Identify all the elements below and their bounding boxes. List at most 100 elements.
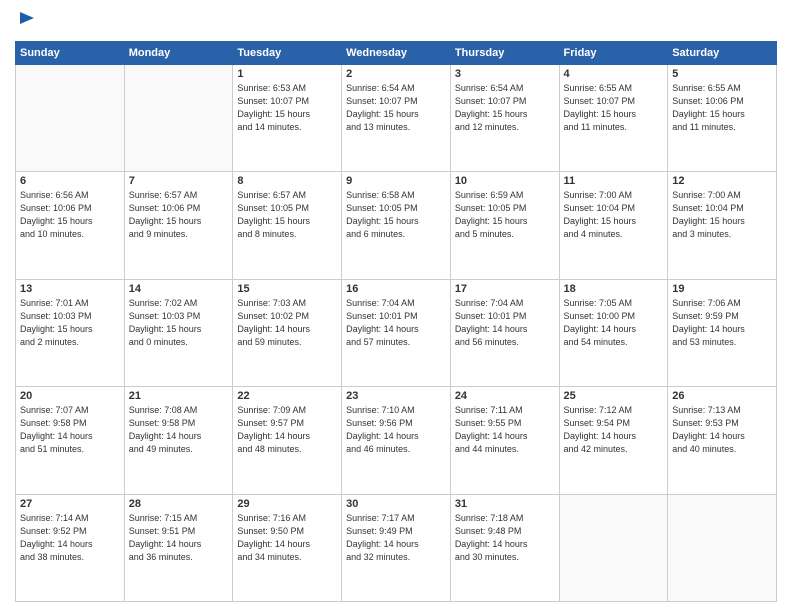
logo-flag-icon: [17, 10, 37, 30]
day-number: 23: [346, 390, 446, 402]
day-info: Sunrise: 6:55 AM Sunset: 10:06 PM Daylig…: [672, 82, 772, 134]
day-info: Sunrise: 7:08 AM Sunset: 9:58 PM Dayligh…: [129, 404, 229, 456]
day-number: 1: [237, 68, 337, 80]
day-info: Sunrise: 6:57 AM Sunset: 10:05 PM Daylig…: [237, 189, 337, 241]
day-number: 21: [129, 390, 229, 402]
calendar-day-cell: 4 Sunrise: 6:55 AM Sunset: 10:07 PM Dayli…: [559, 64, 668, 171]
day-number: 7: [129, 175, 229, 187]
weekday-header-wednesday: Wednesday: [342, 41, 451, 64]
logo: [15, 10, 37, 35]
day-number: 25: [564, 390, 664, 402]
calendar-day-cell: 23 Sunrise: 7:10 AM Sunset: 9:56 PM Dayli…: [342, 387, 451, 494]
day-info: Sunrise: 7:01 AM Sunset: 10:03 PM Daylig…: [20, 297, 120, 349]
day-number: 3: [455, 68, 555, 80]
day-number: 22: [237, 390, 337, 402]
calendar-day-cell: 2 Sunrise: 6:54 AM Sunset: 10:07 PM Dayli…: [342, 64, 451, 171]
calendar-day-cell: 31 Sunrise: 7:18 AM Sunset: 9:48 PM Dayli…: [450, 494, 559, 601]
day-info: Sunrise: 7:15 AM Sunset: 9:51 PM Dayligh…: [129, 512, 229, 564]
calendar-day-cell: 22Sunrise: 7:09 AM Sunset: 9:57 PM Dayli…: [233, 387, 342, 494]
calendar-day-cell: 20 Sunrise: 7:07 AM Sunset: 9:58 PM Dayli…: [16, 387, 125, 494]
calendar-day-cell: 7Sunrise: 6:57 AM Sunset: 10:06 PM Dayli…: [124, 172, 233, 279]
weekday-header-row: SundayMondayTuesdayWednesdayThursdayFrid…: [16, 41, 777, 64]
calendar-day-cell: [16, 64, 125, 171]
day-info: Sunrise: 7:03 AM Sunset: 10:02 PM Daylig…: [237, 297, 337, 349]
calendar-day-cell: 25 Sunrise: 7:12 AM Sunset: 9:54 PM Dayli…: [559, 387, 668, 494]
day-info: Sunrise: 6:58 AM Sunset: 10:05 PM Daylig…: [346, 189, 446, 241]
calendar-day-cell: 11 Sunrise: 7:00 AM Sunset: 10:04 PM Dayl…: [559, 172, 668, 279]
calendar-week-row: 27 Sunrise: 7:14 AM Sunset: 9:52 PM Dayli…: [16, 494, 777, 601]
day-info: Sunrise: 7:07 AM Sunset: 9:58 PM Dayligh…: [20, 404, 120, 456]
day-number: 14: [129, 283, 229, 295]
calendar-table: SundayMondayTuesdayWednesdayThursdayFrid…: [15, 41, 777, 602]
day-info: Sunrise: 7:11 AM Sunset: 9:55 PM Dayligh…: [455, 404, 555, 456]
calendar-day-cell: 19 Sunrise: 7:06 AM Sunset: 9:59 PM Dayli…: [668, 279, 777, 386]
day-number: 9: [346, 175, 446, 187]
page: SundayMondayTuesdayWednesdayThursdayFrid…: [0, 0, 792, 612]
day-number: 2: [346, 68, 446, 80]
day-info: Sunrise: 7:17 AM Sunset: 9:49 PM Dayligh…: [346, 512, 446, 564]
day-info: Sunrise: 7:12 AM Sunset: 9:54 PM Dayligh…: [564, 404, 664, 456]
day-info: Sunrise: 7:16 AM Sunset: 9:50 PM Dayligh…: [237, 512, 337, 564]
calendar-day-cell: [559, 494, 668, 601]
calendar-day-cell: 6 Sunrise: 6:56 AM Sunset: 10:06 PM Dayli…: [16, 172, 125, 279]
day-info: Sunrise: 6:54 AM Sunset: 10:07 PM Daylig…: [346, 82, 446, 134]
weekday-header-saturday: Saturday: [668, 41, 777, 64]
day-info: Sunrise: 7:14 AM Sunset: 9:52 PM Dayligh…: [20, 512, 120, 564]
day-info: Sunrise: 7:02 AM Sunset: 10:03 PM Daylig…: [129, 297, 229, 349]
day-number: 6: [20, 175, 120, 187]
day-info: Sunrise: 7:00 AM Sunset: 10:04 PM Daylig…: [672, 189, 772, 241]
day-number: 4: [564, 68, 664, 80]
day-info: Sunrise: 7:04 AM Sunset: 10:01 PM Daylig…: [455, 297, 555, 349]
calendar-day-cell: 17 Sunrise: 7:04 AM Sunset: 10:01 PM Dayl…: [450, 279, 559, 386]
calendar-day-cell: 13 Sunrise: 7:01 AM Sunset: 10:03 PM Dayl…: [16, 279, 125, 386]
day-number: 27: [20, 498, 120, 510]
day-info: Sunrise: 7:13 AM Sunset: 9:53 PM Dayligh…: [672, 404, 772, 456]
day-number: 20: [20, 390, 120, 402]
day-info: Sunrise: 6:56 AM Sunset: 10:06 PM Daylig…: [20, 189, 120, 241]
calendar-day-cell: 27 Sunrise: 7:14 AM Sunset: 9:52 PM Dayli…: [16, 494, 125, 601]
day-info: Sunrise: 7:05 AM Sunset: 10:00 PM Daylig…: [564, 297, 664, 349]
calendar-day-cell: 26 Sunrise: 7:13 AM Sunset: 9:53 PM Dayli…: [668, 387, 777, 494]
day-info: Sunrise: 6:55 AM Sunset: 10:07 PM Daylig…: [564, 82, 664, 134]
calendar-day-cell: [668, 494, 777, 601]
weekday-header-monday: Monday: [124, 41, 233, 64]
header: [15, 10, 777, 35]
day-number: 8: [237, 175, 337, 187]
day-info: Sunrise: 6:53 AM Sunset: 10:07 PM Daylig…: [237, 82, 337, 134]
calendar-day-cell: 15 Sunrise: 7:03 AM Sunset: 10:02 PM Dayl…: [233, 279, 342, 386]
day-number: 26: [672, 390, 772, 402]
day-number: 18: [564, 283, 664, 295]
day-number: 16: [346, 283, 446, 295]
calendar-day-cell: 8 Sunrise: 6:57 AM Sunset: 10:05 PM Dayli…: [233, 172, 342, 279]
weekday-header-sunday: Sunday: [16, 41, 125, 64]
day-number: 5: [672, 68, 772, 80]
day-info: Sunrise: 7:00 AM Sunset: 10:04 PM Daylig…: [564, 189, 664, 241]
calendar-day-cell: 18 Sunrise: 7:05 AM Sunset: 10:00 PM Dayl…: [559, 279, 668, 386]
calendar-day-cell: 10Sunrise: 6:59 AM Sunset: 10:05 PM Dayl…: [450, 172, 559, 279]
calendar-day-cell: 24 Sunrise: 7:11 AM Sunset: 9:55 PM Dayli…: [450, 387, 559, 494]
day-number: 11: [564, 175, 664, 187]
calendar-day-cell: 5 Sunrise: 6:55 AM Sunset: 10:06 PM Dayli…: [668, 64, 777, 171]
day-number: 31: [455, 498, 555, 510]
calendar-week-row: 20 Sunrise: 7:07 AM Sunset: 9:58 PM Dayli…: [16, 387, 777, 494]
calendar-day-cell: 3 Sunrise: 6:54 AM Sunset: 10:07 PM Dayli…: [450, 64, 559, 171]
day-number: 30: [346, 498, 446, 510]
calendar-week-row: 1 Sunrise: 6:53 AM Sunset: 10:07 PM Dayli…: [16, 64, 777, 171]
day-number: 13: [20, 283, 120, 295]
calendar-week-row: 13 Sunrise: 7:01 AM Sunset: 10:03 PM Dayl…: [16, 279, 777, 386]
day-info: Sunrise: 7:18 AM Sunset: 9:48 PM Dayligh…: [455, 512, 555, 564]
day-info: Sunrise: 7:06 AM Sunset: 9:59 PM Dayligh…: [672, 297, 772, 349]
weekday-header-friday: Friday: [559, 41, 668, 64]
day-number: 19: [672, 283, 772, 295]
day-info: Sunrise: 7:10 AM Sunset: 9:56 PM Dayligh…: [346, 404, 446, 456]
day-info: Sunrise: 6:59 AM Sunset: 10:05 PM Daylig…: [455, 189, 555, 241]
day-number: 17: [455, 283, 555, 295]
calendar-day-cell: 21 Sunrise: 7:08 AM Sunset: 9:58 PM Dayli…: [124, 387, 233, 494]
day-number: 12: [672, 175, 772, 187]
day-number: 24: [455, 390, 555, 402]
day-number: 15: [237, 283, 337, 295]
calendar-day-cell: 16Sunrise: 7:04 AM Sunset: 10:01 PM Dayl…: [342, 279, 451, 386]
day-info: Sunrise: 6:54 AM Sunset: 10:07 PM Daylig…: [455, 82, 555, 134]
calendar-day-cell: 1 Sunrise: 6:53 AM Sunset: 10:07 PM Dayli…: [233, 64, 342, 171]
calendar-day-cell: [124, 64, 233, 171]
